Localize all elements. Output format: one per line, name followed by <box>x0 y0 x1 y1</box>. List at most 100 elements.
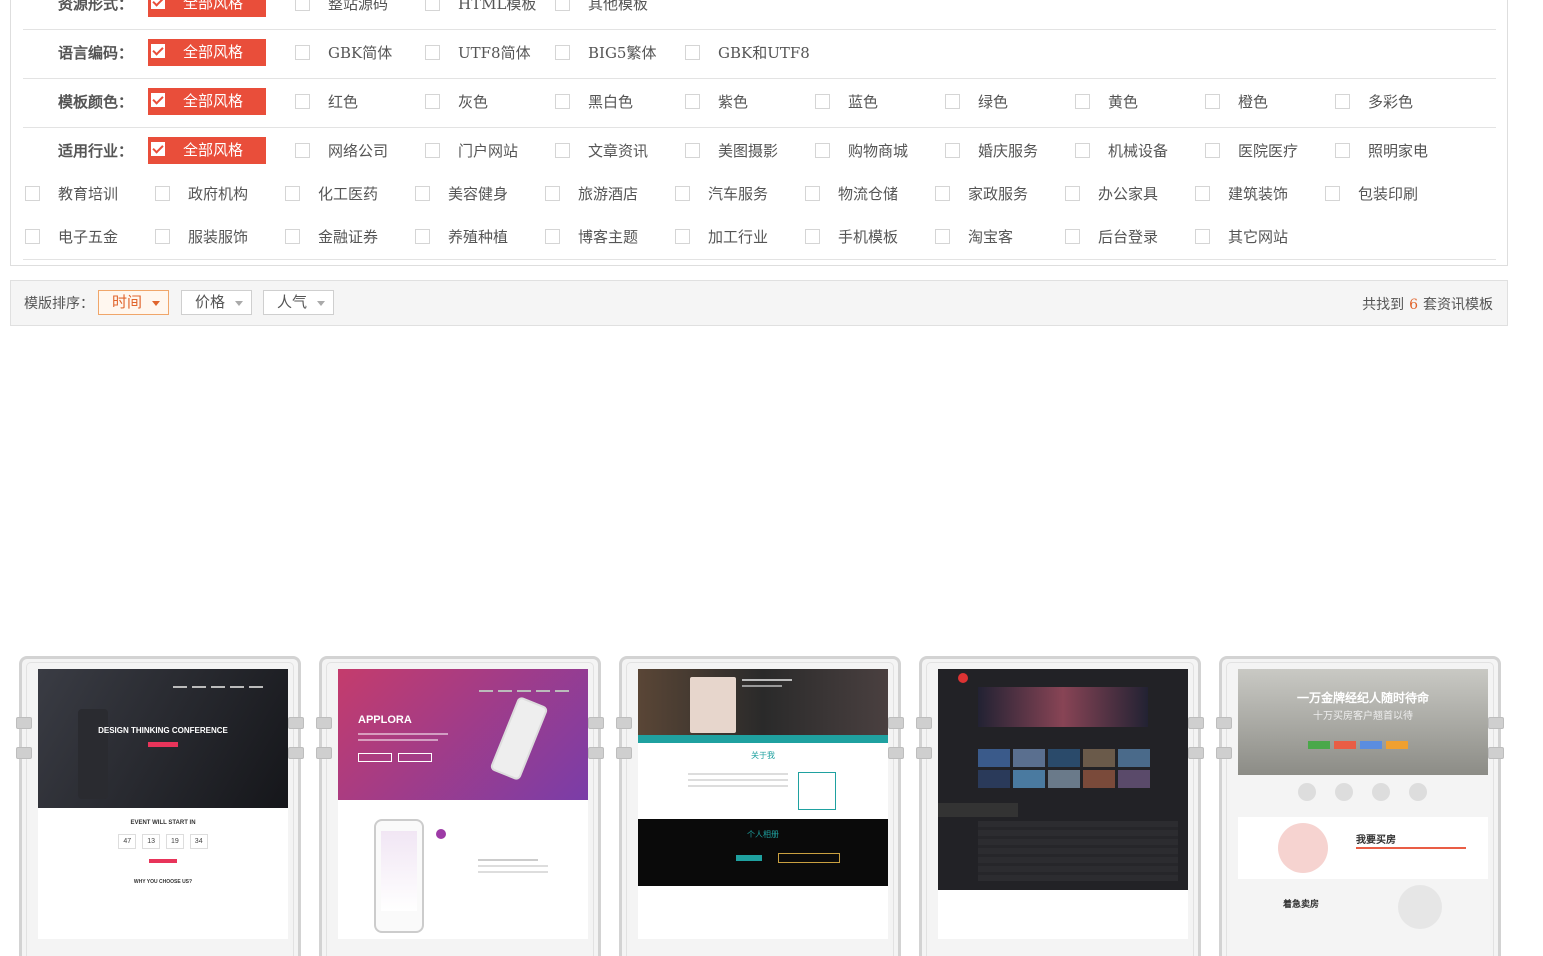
checkbox-icon <box>945 94 960 109</box>
checkbox-icon <box>295 94 310 109</box>
checkbox-icon <box>425 0 440 11</box>
checkbox-icon <box>425 94 440 109</box>
sort-by-price-button[interactable]: 价格 <box>181 290 252 315</box>
checkbox-icon <box>815 143 830 158</box>
checkbox-icon <box>805 229 820 244</box>
caret-down-icon <box>235 301 243 306</box>
filter-label: 模板颜色： <box>57 93 133 111</box>
template-card[interactable]: 关于我 个人相册 <box>616 656 904 956</box>
filter-row-industry: 适用行业： 全部风格 网络公司 门户网站 文章资讯 美图摄影 购物商城 婚庆服务… <box>23 127 1496 260</box>
filter-label: 适用行业： <box>57 142 133 160</box>
checkbox-icon <box>25 186 40 201</box>
template-card[interactable]: DESIGN THINKING CONFERENCE EVENT WILL ST… <box>16 656 304 956</box>
checkbox-icon <box>685 45 700 60</box>
checkbox-icon <box>555 143 570 158</box>
hinge-icon <box>888 747 904 759</box>
checkbox-icon <box>1325 186 1340 201</box>
hinge-icon <box>588 747 604 759</box>
check-icon <box>151 44 165 58</box>
checkbox-icon <box>1205 143 1220 158</box>
template-card[interactable]: APPLORA <box>316 656 604 956</box>
template-thumbnail <box>938 669 1188 939</box>
hinge-icon <box>288 717 304 729</box>
hinge-icon <box>1216 747 1232 759</box>
filter-all-button[interactable]: 全部风格 <box>148 0 266 17</box>
checkbox-icon <box>1195 229 1210 244</box>
checkbox-icon <box>1075 94 1090 109</box>
checkbox-icon <box>1065 186 1080 201</box>
checkbox-icon <box>285 186 300 201</box>
checkbox-icon <box>1335 143 1350 158</box>
hinge-icon <box>888 717 904 729</box>
filter-panel: 资源形式： 全部风格 整站源码 HTML模板 其他模板 语言编码： 全部风格 G… <box>10 0 1508 266</box>
checkbox-icon <box>1205 94 1220 109</box>
checkbox-icon <box>1195 186 1210 201</box>
filter-label: 资源形式： <box>57 0 133 13</box>
checkbox-icon <box>1075 143 1090 158</box>
filter-row-resource-type: 资源形式： 全部风格 整站源码 HTML模板 其他模板 <box>23 0 1496 30</box>
checkbox-icon <box>935 186 950 201</box>
hinge-icon <box>1188 717 1204 729</box>
hinge-icon <box>1488 747 1504 759</box>
checkbox-icon <box>555 45 570 60</box>
template-thumbnail: 关于我 个人相册 <box>638 669 888 939</box>
checkbox-icon <box>155 186 170 201</box>
checkbox-icon <box>685 94 700 109</box>
hinge-icon <box>316 717 332 729</box>
filter-all-button[interactable]: 全部风格 <box>148 88 266 115</box>
hinge-icon <box>316 747 332 759</box>
sort-by-time-button[interactable]: 时间 <box>98 290 169 315</box>
hinge-icon <box>616 747 632 759</box>
hinge-icon <box>588 717 604 729</box>
sort-label: 模版排序： <box>24 296 94 312</box>
result-number: 6 <box>1409 297 1418 313</box>
checkbox-icon <box>1335 94 1350 109</box>
checkbox-icon <box>685 143 700 158</box>
sort-bar: 模版排序： 时间 价格 人气 共找到 6 套资讯模板 <box>10 280 1508 326</box>
hinge-icon <box>1216 717 1232 729</box>
checkbox-icon <box>545 229 560 244</box>
sort-by-popularity-button[interactable]: 人气 <box>263 290 334 315</box>
hinge-icon <box>16 747 32 759</box>
check-icon <box>151 93 165 107</box>
template-card[interactable]: 一万金牌经纪人随时待命 十万买房客户翘首以待 我要买房 着急卖房 <box>1216 656 1504 956</box>
checkbox-icon <box>295 45 310 60</box>
checkbox-icon <box>285 229 300 244</box>
checkbox-icon <box>295 143 310 158</box>
checkbox-icon <box>675 186 690 201</box>
hinge-icon <box>288 747 304 759</box>
hinge-icon <box>1188 747 1204 759</box>
checkbox-icon <box>555 94 570 109</box>
checkbox-icon <box>415 186 430 201</box>
checkbox-icon <box>1065 229 1080 244</box>
result-count: 共找到 6 套资讯模板 <box>1362 297 1493 313</box>
filter-label: 语言编码： <box>57 44 133 62</box>
checkbox-icon <box>25 229 40 244</box>
hinge-icon <box>916 747 932 759</box>
checkbox-icon <box>935 229 950 244</box>
template-card[interactable] <box>916 656 1204 956</box>
checkbox-icon <box>295 0 310 11</box>
caret-down-icon <box>317 301 325 306</box>
checkbox-icon <box>805 186 820 201</box>
hinge-icon <box>16 717 32 729</box>
hinge-icon <box>916 717 932 729</box>
checkbox-icon <box>945 143 960 158</box>
filter-all-label: 全部风格 <box>183 0 244 12</box>
checkbox-icon <box>425 143 440 158</box>
checkbox-icon <box>675 229 690 244</box>
caret-down-icon <box>152 301 160 306</box>
filter-row-color: 模板颜色： 全部风格 红色 灰色 黑白色 紫色 蓝色 绿色 黄色 橙色 多彩色 <box>23 78 1496 128</box>
template-thumbnail: DESIGN THINKING CONFERENCE EVENT WILL ST… <box>38 669 288 939</box>
template-thumbnail: APPLORA <box>338 669 588 939</box>
filter-row-encoding: 语言编码： 全部风格 GBK简体 UTF8简体 BIG5繁体 GBK和UTF8 <box>23 29 1496 79</box>
hinge-icon <box>616 717 632 729</box>
check-icon <box>151 142 165 156</box>
filter-all-button[interactable]: 全部风格 <box>148 137 266 164</box>
checkbox-icon <box>545 186 560 201</box>
checkbox-icon <box>415 229 430 244</box>
checkbox-icon <box>815 94 830 109</box>
filter-all-button[interactable]: 全部风格 <box>148 39 266 66</box>
checkbox-icon <box>155 229 170 244</box>
template-thumbnail: 一万金牌经纪人随时待命 十万买房客户翘首以待 我要买房 着急卖房 <box>1238 669 1488 939</box>
